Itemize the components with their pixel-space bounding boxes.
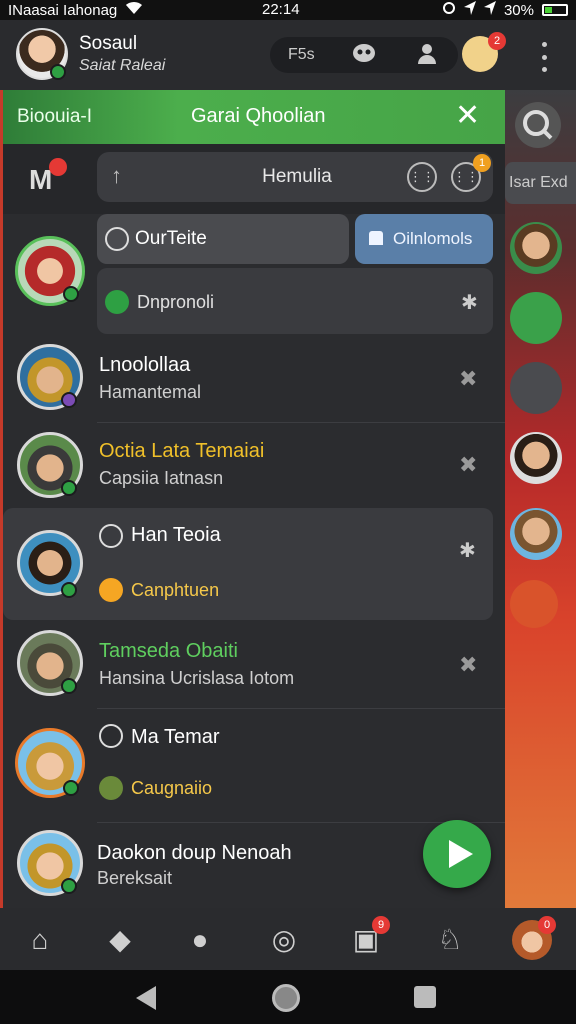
dismiss-icon[interactable]: ✖ <box>459 452 477 478</box>
dismiss-icon[interactable]: ✖ <box>459 652 477 678</box>
contact-subtitle: Capsiia Iatnasn <box>99 468 224 488</box>
clock: 22:14 <box>262 1 300 18</box>
header-action-group: F5s <box>270 37 458 73</box>
list-item[interactable]: Tamseda Obaiti Hansina Ucrislasa Iotom ✖ <box>3 624 505 708</box>
side-contact-avatar[interactable] <box>510 222 562 274</box>
banner-title: Garai Qhoolian <box>191 105 326 127</box>
sticker-icon <box>99 578 123 602</box>
search-person-icon[interactable]: ♘ <box>430 920 470 960</box>
online-status-icon <box>63 286 79 302</box>
user-status: Saiat Raleai <box>79 57 166 74</box>
battery-icon <box>542 4 568 16</box>
profile-badge: 2 <box>488 32 506 50</box>
carrier-text: INaasai Iahonag <box>8 1 118 19</box>
online-status-icon <box>63 780 79 796</box>
background-panel: Isar Exd <box>505 90 576 908</box>
clock-icon <box>99 724 123 748</box>
side-green-icon[interactable] <box>510 292 562 344</box>
sticker-icon <box>99 776 123 800</box>
pin-icon[interactable]: ✱ <box>461 290 478 315</box>
music-icon[interactable]: ◎ <box>264 920 304 960</box>
filter-badge: 1 <box>473 154 491 172</box>
wifi-icon <box>125 1 143 19</box>
chat-icon[interactable]: ● <box>180 920 220 960</box>
recent-apps-icon[interactable] <box>414 986 436 1008</box>
profile-tab-badge: 0 <box>538 916 556 934</box>
status-bar: INaasai Iahonag 22:14 30% <box>0 0 576 20</box>
action-chip[interactable]: Oilnlomols <box>355 214 493 264</box>
clock-icon <box>105 227 129 251</box>
contact-card-header[interactable]: OurTeite <box>97 214 349 264</box>
more-options-icon[interactable] <box>534 42 554 72</box>
play-button[interactable] <box>423 820 491 888</box>
list-item[interactable]: Ma Temar Caugnaiio <box>3 710 505 820</box>
side-contact-avatar[interactable] <box>510 508 562 560</box>
contact-name: Daokon doup Nenoah <box>97 842 292 864</box>
clock-icon <box>99 524 123 548</box>
close-icon[interactable]: ✕ <box>455 100 480 132</box>
side-play-icon[interactable] <box>510 362 562 414</box>
online-status-icon <box>61 678 77 694</box>
contact-name: Han Teoia <box>131 524 221 546</box>
contact-name: Tamseda Obaiti <box>99 640 238 662</box>
list-item[interactable]: Han Teoia Canphtuen ✱ <box>3 508 505 620</box>
search-icon[interactable] <box>515 102 561 148</box>
list-item[interactable]: Lnoolollaa Hamantemal ✖ <box>3 338 505 422</box>
home-icon[interactable]: ⌂ <box>20 920 60 960</box>
contact-subtitle: Bereksait <box>97 868 173 888</box>
contacts-drawer: Bioouia-I Garai Qhoolian ✕ M ↑ ⋮⋮ ⋮⋮ 1 O… <box>3 90 505 908</box>
online-status-icon <box>61 392 77 408</box>
battery-percent: 30% <box>503 1 534 19</box>
action-chip-label: Oilnlomols <box>393 229 473 248</box>
signal-icon <box>483 1 496 19</box>
tag-icon[interactable]: ◆ <box>100 920 140 960</box>
side-orange-icon[interactable] <box>510 580 558 628</box>
grid-icon[interactable]: ⋮⋮ <box>407 162 437 192</box>
person-icon <box>369 231 383 245</box>
online-status-icon <box>61 582 77 598</box>
search-box: ↑ ⋮⋮ ⋮⋮ 1 <box>97 152 493 202</box>
online-status-icon <box>61 878 77 894</box>
arrow-up-icon[interactable]: ↑ <box>111 163 122 189</box>
alarm-icon <box>442 1 456 19</box>
home-button-icon[interactable] <box>272 984 300 1012</box>
bottom-tab-bar: ⌂ ◆ ● ◎ ▣ 9 ♘ 0 <box>0 908 576 970</box>
divider <box>97 708 505 709</box>
contact-subtitle: Hansina Ucrislasa Iotom <box>99 668 295 688</box>
dismiss-icon[interactable]: ✖ <box>459 366 477 392</box>
contact-card-body[interactable]: Dnpronoli ✱ <box>97 268 493 334</box>
contact-name: Lnoolollaa <box>99 354 191 376</box>
contact-subtitle: Hamantemal <box>99 382 202 402</box>
contact-name: Octia Lata Temaiai <box>99 440 265 462</box>
system-nav-bar <box>0 970 576 1024</box>
status-icon <box>105 290 129 314</box>
back-icon[interactable] <box>136 986 156 1010</box>
search-row: M ↑ ⋮⋮ ⋮⋮ 1 <box>3 144 505 214</box>
mask-icon[interactable] <box>333 43 396 68</box>
contact-subtitle: Canphtuen <box>131 580 220 600</box>
notification-banner[interactable]: Bioouia-I Garai Qhoolian ✕ <box>3 90 505 144</box>
contact-name: Ma Temar <box>131 726 220 748</box>
location-icon <box>463 1 476 19</box>
contact-subtitle: Caugnaiio <box>131 778 213 798</box>
logo-badge-icon <box>49 158 67 176</box>
search-input[interactable] <box>197 164 397 190</box>
list-item[interactable]: Octia Lata Temaiai Capsiia Iatnasn ✖ <box>3 424 505 508</box>
media-badge: 9 <box>372 916 390 934</box>
app-header: Sosaul Saiat Raleai F5s 2 <box>0 20 576 90</box>
divider <box>97 422 505 423</box>
user-name: Sosaul <box>79 33 138 54</box>
segment-label[interactable]: F5s <box>270 46 333 64</box>
banner-left-text: Bioouia-I <box>17 106 92 127</box>
pin-icon[interactable]: ✱ <box>459 538 476 563</box>
contact-name: OurTeite <box>135 228 207 249</box>
side-contact-avatar[interactable] <box>510 432 562 484</box>
side-tab[interactable]: Isar Exd <box>505 162 576 204</box>
contact-status: Dnpronoli <box>137 292 215 312</box>
online-status-icon <box>50 64 66 80</box>
person-icon[interactable] <box>395 42 458 69</box>
online-status-icon <box>61 480 77 496</box>
